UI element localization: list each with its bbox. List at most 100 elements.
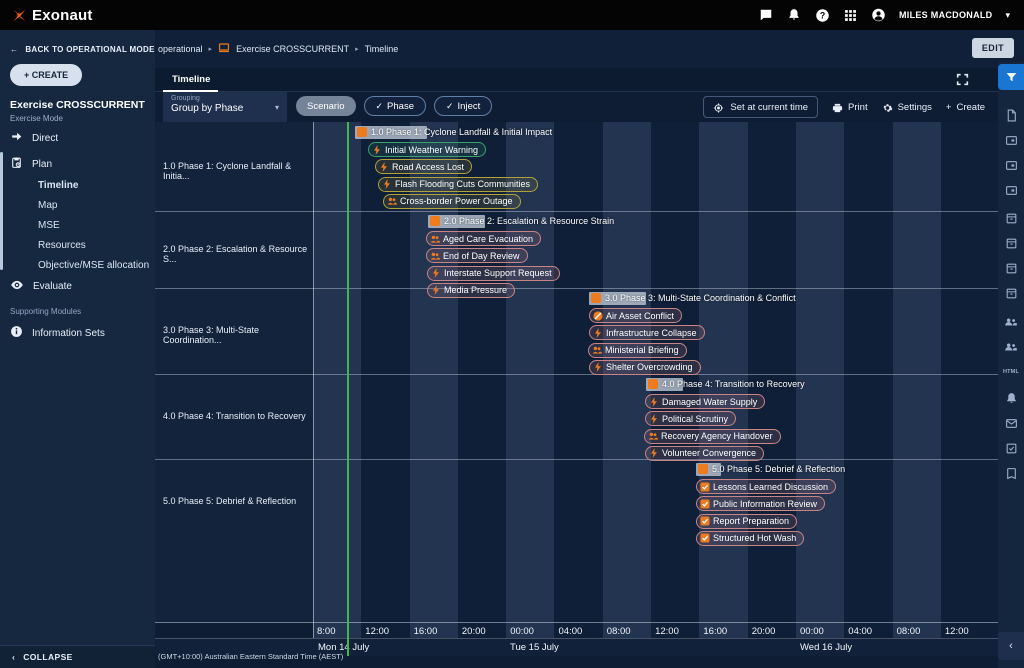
inject-pill[interactable]: Structured Hot Wash (696, 531, 804, 546)
inject-pill[interactable]: Political Scrutiny (645, 411, 736, 426)
tab-timeline[interactable]: Timeline (172, 74, 210, 85)
grouping-select[interactable]: Grouping Group by Phase ▾ (163, 92, 287, 123)
inject-pill[interactable]: Volunteer Convergence (645, 446, 764, 461)
account-avatar-icon[interactable] (871, 8, 886, 23)
breadcrumb-item[interactable]: operational (158, 44, 203, 54)
apps-grid-icon[interactable] (843, 8, 858, 23)
inject-label: Damaged Water Supply (662, 397, 757, 407)
axis-tick-label: 12:00 (945, 626, 969, 637)
inject-pill[interactable]: Ministerial Briefing (588, 343, 687, 358)
sidebar-item-map[interactable]: Map (38, 200, 57, 211)
people-rail-icon[interactable] (998, 310, 1024, 334)
inject-pill[interactable]: Air Asset Conflict (589, 308, 682, 323)
create-button[interactable]: + CREATE (10, 64, 82, 86)
inject-pill[interactable]: Initial Weather Warning (368, 142, 486, 157)
sidebar-item-resources[interactable]: Resources (38, 240, 86, 251)
phase-bar-label: 5.0 Phase 5: Debrief & Reflection (712, 464, 845, 474)
axis-tick-label: 8:00 (317, 626, 336, 637)
inject-pill[interactable]: Media Pressure (427, 283, 515, 298)
phase-bar-label: 4.0 Phase 4: Transition to Recovery (662, 379, 805, 389)
inject-pill[interactable]: Lessons Learned Discussion (696, 479, 836, 494)
tray-rail-icon[interactable] (998, 281, 1024, 305)
people-rail-icon[interactable] (998, 335, 1024, 359)
bolt-icon (372, 145, 382, 155)
collapse-sidebar-button[interactable]: ‹ COLLAPSE (12, 652, 73, 662)
user-menu-caret-icon[interactable]: ▾ (1005, 10, 1010, 21)
mail-rail-icon[interactable] (998, 411, 1024, 435)
filter-chip-inject[interactable]: ✓Inject (434, 96, 492, 116)
people-icon (387, 196, 397, 206)
settings-button[interactable]: Settings (882, 102, 932, 113)
sidebar-item-plan[interactable]: Plan (10, 156, 52, 172)
inject-pill[interactable]: Infrastructure Collapse (589, 325, 705, 340)
inject-pill[interactable]: Public Information Review (696, 496, 825, 511)
card-rail-icon[interactable] (998, 153, 1024, 177)
inject-pill[interactable]: Cross-border Power Outage (383, 194, 521, 209)
edit-button[interactable]: EDIT (972, 38, 1014, 58)
fullscreen-icon[interactable] (955, 72, 970, 87)
tray-rail-icon[interactable] (998, 231, 1024, 255)
axis-date-label: Tue 15 July (510, 642, 559, 653)
phase-row-label: 2.0 Phase 2: Escalation & Resource S... (163, 244, 311, 264)
inject-pill[interactable]: Report Preparation (696, 514, 797, 529)
inject-label: Lessons Learned Discussion (713, 482, 828, 492)
note-rail-icon[interactable] (998, 436, 1024, 460)
bolt-icon (382, 179, 392, 189)
card-rail-icon[interactable] (998, 128, 1024, 152)
breadcrumb-item[interactable]: Timeline (365, 44, 399, 54)
inject-label: Initial Weather Warning (385, 145, 478, 155)
breadcrumb-item[interactable]: Exercise CROSSCURRENT (236, 44, 349, 54)
sidebar-item-timeline[interactable]: Timeline (38, 180, 78, 191)
user-name[interactable]: MILES MACDONALD (899, 10, 993, 20)
sidebar-item-evaluate[interactable]: Evaluate (10, 278, 72, 295)
book-rail-icon[interactable] (998, 461, 1024, 485)
inject-label: Ministerial Briefing (605, 345, 679, 355)
inject-pill[interactable]: Aged Care Evacuation (426, 231, 541, 246)
tray-rail-icon[interactable] (998, 256, 1024, 280)
check-icon: ✓ (376, 101, 384, 112)
filter-rail-icon[interactable] (998, 64, 1024, 90)
inject-pill[interactable]: Damaged Water Supply (645, 394, 765, 409)
bolt-icon (431, 268, 441, 278)
sidebar-item-information-sets[interactable]: Information Sets (10, 325, 105, 341)
rail-collapse-button[interactable]: ‹ (998, 632, 1024, 660)
chat-icon[interactable] (759, 8, 774, 23)
exonaut-logo-text: Exonaut (32, 7, 93, 24)
sidebar-item-mse[interactable]: MSE (38, 220, 60, 231)
inject-pill[interactable]: Road Access Lost (375, 159, 472, 174)
timeline-chart[interactable]: 1.0 Phase 1: Cyclone Landfall & Initia..… (155, 122, 998, 668)
top-bar: Exonaut ? MILES MACDONALD ▾ (0, 0, 1024, 30)
html-rail-icon[interactable]: HTML (998, 360, 1024, 384)
filter-chip-phase[interactable]: ✓Phase (364, 96, 426, 116)
target-icon (713, 102, 724, 113)
inject-pill[interactable]: Shelter Overcrowding (589, 360, 701, 375)
help-icon[interactable]: ? (815, 8, 830, 23)
bell-rail-icon[interactable] (998, 386, 1024, 410)
sidebar-item-direct[interactable]: Direct (10, 130, 58, 146)
timeline-toolbar: Grouping Group by Phase ▾ Scenario ✓Phase… (155, 93, 998, 122)
sidebar-item-objective-mse-allocation[interactable]: Objective/MSE allocation (38, 260, 149, 271)
file-rail-icon[interactable] (998, 103, 1024, 127)
axis-tick-label: 04:00 (848, 626, 872, 637)
card-rail-icon[interactable] (998, 178, 1024, 202)
back-to-operational-mode[interactable]: ← BACK TO OPERATIONAL MODE (10, 45, 155, 54)
axis-tick-label: 08:00 (897, 626, 921, 637)
left-sidebar: ← BACK TO OPERATIONAL MODE + CREATE Exer… (0, 30, 155, 668)
inject-pill[interactable]: End of Day Review (426, 248, 528, 263)
svg-text:?: ? (820, 10, 825, 20)
set-at-current-time-button[interactable]: Set at current time (703, 96, 818, 118)
filter-chip-scenario[interactable]: Scenario (296, 96, 356, 116)
bolt-icon (649, 448, 659, 458)
inject-pill[interactable]: Recovery Agency Handover (644, 429, 781, 444)
axis-tick-label: 16:00 (414, 626, 438, 637)
print-button[interactable]: Print (832, 102, 868, 113)
notifications-bell-icon[interactable] (787, 8, 802, 23)
inject-pill[interactable]: Interstate Support Request (427, 266, 560, 281)
check-icon: ✓ (446, 101, 454, 112)
create-inject-button[interactable]: + Create (946, 102, 985, 113)
tray-rail-icon[interactable] (998, 206, 1024, 230)
inject-pill[interactable]: Flash Flooding Cuts Communities (378, 177, 538, 192)
exonaut-logo[interactable]: Exonaut (12, 7, 93, 24)
inject-label: Interstate Support Request (444, 268, 552, 278)
breadcrumb-separator-icon: ▸ (355, 45, 359, 53)
